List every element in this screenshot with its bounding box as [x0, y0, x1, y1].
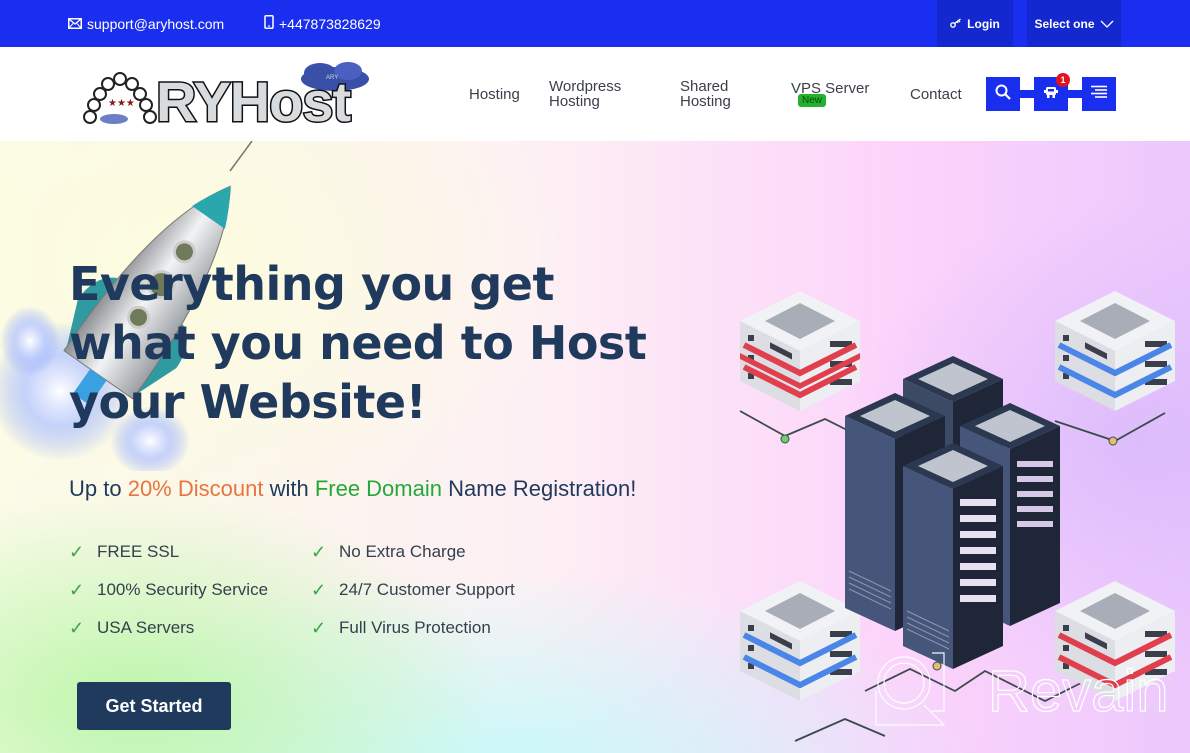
hero-subheadline: Up to 20% Discount with Free Domain Name…: [69, 476, 636, 502]
feature-item: ✓ No Extra Charge: [311, 542, 571, 562]
server-blue-bottom-left: [740, 581, 860, 701]
new-badge: New: [798, 94, 827, 107]
nav-shared-label-line1: Shared: [680, 78, 729, 95]
nav-hosting[interactable]: Hosting: [469, 87, 520, 102]
feature-item: ✓ Full Virus Protection: [311, 618, 571, 638]
key-icon: [950, 17, 962, 31]
email-link[interactable]: support@aryhost.com: [68, 0, 224, 47]
nav-contact[interactable]: Contact: [910, 87, 962, 102]
discount-highlight: 20% Discount: [127, 476, 264, 501]
select-label: Select one: [1034, 16, 1095, 31]
rack-tower-front: [903, 443, 1003, 669]
feature-item: ✓ 24/7 Customer Support: [311, 580, 571, 600]
feature-item: ✓ USA Servers: [69, 618, 311, 638]
envelope-icon: [68, 16, 82, 32]
feature-label: No Extra Charge: [339, 542, 466, 561]
revain-text: Revain: [988, 659, 1169, 724]
server-red-top-left: [740, 291, 860, 411]
nav-contact-label: Contact: [910, 86, 962, 103]
check-icon: ✓: [69, 617, 85, 638]
feature-list: ✓ FREE SSL ✓ No Extra Charge ✓ 100% Securit…: [69, 542, 571, 638]
search-button[interactable]: [986, 77, 1020, 111]
sub-mid: with: [263, 476, 315, 501]
check-icon: ✓: [311, 617, 327, 638]
login-label: Login: [967, 16, 1000, 31]
nav-shared-label-line2: Hosting: [680, 93, 731, 110]
phone-text: +447873828629: [279, 15, 381, 32]
cart-icon: [1044, 85, 1058, 104]
chevron-down-icon: [1100, 17, 1114, 31]
nav-wordpress-hosting[interactable]: Wordpress Hosting: [549, 79, 621, 109]
mobile-phone-icon: [264, 15, 274, 32]
sub-prefix: Up to: [69, 476, 128, 501]
menu-icon: [1090, 85, 1108, 104]
check-icon: ✓: [69, 541, 85, 562]
svg-text:RYHost: RYHost: [156, 70, 351, 127]
logo-a-circles-icon: ★★★: [83, 72, 157, 124]
search-icon: [995, 84, 1011, 105]
check-icon: ✓: [311, 541, 327, 562]
check-icon: ✓: [311, 579, 327, 600]
revain-logo-icon: [875, 652, 946, 726]
language-select[interactable]: Select one: [1027, 0, 1121, 47]
get-started-button[interactable]: Get Started: [77, 682, 231, 730]
hero-headline: Everything you get what you need to Host…: [69, 257, 647, 429]
cart-button[interactable]: 1: [1034, 73, 1070, 111]
aryhost-logo[interactable]: ARY ★★★ RYHost: [80, 59, 400, 135]
feature-item: ✓ FREE SSL: [69, 542, 311, 562]
feature-item: ✓ 100% Security Service: [69, 580, 311, 600]
feature-label: Full Virus Protection: [339, 618, 491, 637]
nav-shared-hosting[interactable]: Shared Hosting: [680, 79, 731, 109]
feature-label: USA Servers: [97, 618, 195, 637]
nav-hosting-label: Hosting: [469, 86, 520, 103]
cart-count-badge: 1: [1056, 73, 1070, 87]
free-domain-highlight: Free Domain: [314, 476, 442, 501]
main-navbar: ARY ★★★ RYHost Hosting Wordpress Hosting: [0, 47, 1190, 141]
nav-wordpress-label-line2: Hosting: [549, 93, 600, 110]
svg-text:★★★: ★★★: [108, 98, 135, 109]
nav-wordpress-label-line1: Wordpress: [549, 78, 622, 95]
email-text: support@aryhost.com: [87, 15, 225, 32]
check-icon: ✓: [69, 579, 85, 600]
server-blue-top-right: [1055, 291, 1175, 411]
phone-link[interactable]: +447873828629: [264, 0, 381, 47]
revain-watermark: Revain: [875, 652, 1169, 726]
feature-label: FREE SSL: [97, 542, 180, 561]
login-button[interactable]: Login: [937, 0, 1013, 47]
top-bar: support@aryhost.com +447873828629 Login …: [0, 0, 1190, 47]
sub-suffix: Name Registration!: [441, 476, 637, 501]
menu-button[interactable]: [1082, 77, 1116, 111]
feature-label: 24/7 Customer Support: [339, 580, 515, 599]
feature-label: 100% Security Service: [97, 580, 269, 599]
hero-section: Everything you get what you need to Host…: [0, 141, 1190, 753]
